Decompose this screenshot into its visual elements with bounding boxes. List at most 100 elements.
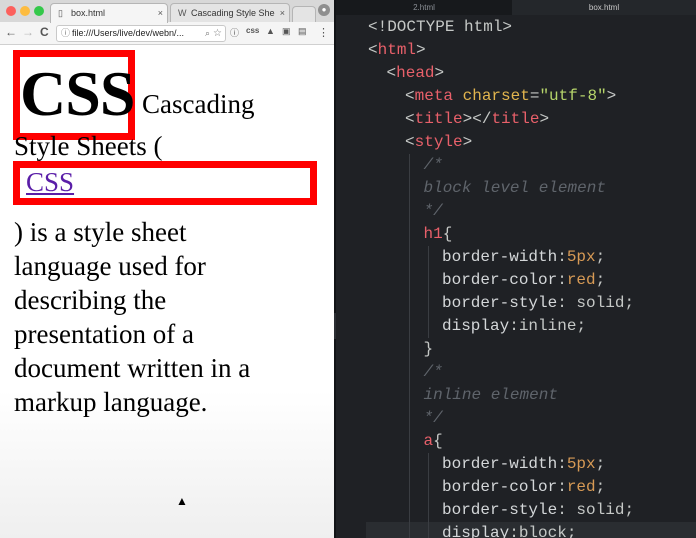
zoom-icon[interactable]: ⌕ [205,26,210,41]
code-token: > [462,133,473,151]
code-token: border-color [442,271,558,289]
tab-box-html[interactable]: ▯ box.html × [50,3,168,23]
code-token: title [491,110,540,128]
code-token: ; [576,317,587,335]
code-token: ; [595,478,606,496]
indent-guide [427,246,429,338]
indent-guide [409,154,410,538]
text-line: ) is a style sheet [14,217,187,247]
code-token: ; [595,271,606,289]
css-extension-icon[interactable]: css [246,26,259,35]
reload-button[interactable]: C [40,25,49,39]
code-token: ; [624,501,635,519]
text-line: Style Sheets ( [14,131,163,161]
address-bar[interactable]: ⓘ file:///Users/live/dev/webn/... ⌕ ☆ [56,25,226,42]
code-line: /* [424,361,443,384]
mouse-cursor-icon: ▲ [176,494,188,508]
code-line: display:inline; [442,315,586,338]
forward-button[interactable]: → [22,25,34,39]
code-line: <title></title> [405,108,549,131]
code-token: < [405,87,415,105]
page-content: CSS Cascading Style Sheets ( CSS ) is a … [0,45,334,538]
code-token: < [405,133,415,151]
code-token: border-width [442,455,558,473]
info-extension-icon[interactable]: ⓘ [230,26,239,39]
code-line: border-style: solid; [442,292,634,315]
extension-icon[interactable]: ▣ [282,26,291,37]
code-token: ></ [462,110,492,128]
code-line: <html> [368,39,426,62]
text-line: describing the [14,285,167,315]
extension-icon[interactable]: ▲ [266,26,275,36]
code-line: /* [424,154,443,177]
code-token: > [416,41,426,59]
code-token: ; [566,524,577,538]
code-token: html [377,41,417,59]
code-token: style [414,133,463,151]
code-token: border-width [442,248,558,266]
close-icon[interactable]: × [158,4,163,22]
code-token: : [509,317,519,335]
code-token: : [557,501,577,519]
code-token: red [566,271,596,289]
text-line: Cascading [142,89,255,119]
code-token: ; [595,455,606,473]
code-token: ; [595,248,606,266]
page-icon: ▯ [58,8,63,18]
editor-tab-bar: 2.html box.html [336,0,696,15]
text-line: presentation of a [14,319,194,349]
editor-tab-2-html[interactable]: 2.html [336,0,512,15]
code-line: a{ [424,430,443,453]
code-token: red [566,478,596,496]
code-token: charset [462,87,530,105]
indent-guide [427,453,429,538]
code-line: border-style: solid; [442,499,634,522]
code-token: head [396,64,435,82]
code-line: <style> [405,131,472,154]
code-token: border-color [442,478,558,496]
close-window-button[interactable] [6,6,16,16]
code-token: border-style [442,294,558,312]
code-line: */ [424,200,443,223]
tab-cascading-style-sheets[interactable]: W Cascading Style Sheets × [170,3,290,23]
code-token: block level element [423,179,606,197]
code-token: < [368,41,378,59]
code-token: */ [423,202,443,220]
code-token: block [518,524,567,538]
text-line: markup language. [14,387,208,417]
code-line: h1{ [424,223,453,246]
menu-icon[interactable]: ⋮ [318,26,329,39]
code-token: > [606,87,617,105]
code-token: : [557,294,577,312]
code-token: { [442,225,453,243]
wikipedia-icon: W [178,8,187,18]
page-info-icon[interactable]: ⓘ [61,26,70,41]
extension-icon[interactable]: ▤ [298,26,307,37]
code-token: solid [576,501,625,519]
code-line: border-width:5px; [442,453,605,476]
new-tab-button[interactable] [292,6,316,22]
code-token: : [557,455,567,473]
editor-tab-box-html[interactable]: box.html [512,0,696,15]
code-token: <!DOCTYPE html> [368,18,513,36]
code-token: } [423,340,434,358]
bookmark-star-icon[interactable]: ☆ [213,26,222,41]
css-link[interactable]: CSS [26,165,74,199]
code-line: block level element [424,177,606,200]
minimize-window-button[interactable] [20,6,30,16]
code-token: { [433,432,443,450]
profile-icon[interactable]: ● [318,4,330,16]
code-token: 5px [566,248,596,266]
back-button[interactable]: ← [5,25,17,39]
code-line: border-width:5px; [442,246,605,269]
code-token: display [442,524,510,538]
code-token: inline [518,317,577,335]
code-line: */ [424,407,443,430]
maximize-window-button[interactable] [34,6,44,16]
code-token: : [557,248,567,266]
close-icon[interactable]: × [280,4,285,22]
code-token: < [386,64,397,82]
page-heading: CSS [13,50,135,140]
code-token: > [539,110,550,128]
text-line: document written in a [14,353,251,383]
